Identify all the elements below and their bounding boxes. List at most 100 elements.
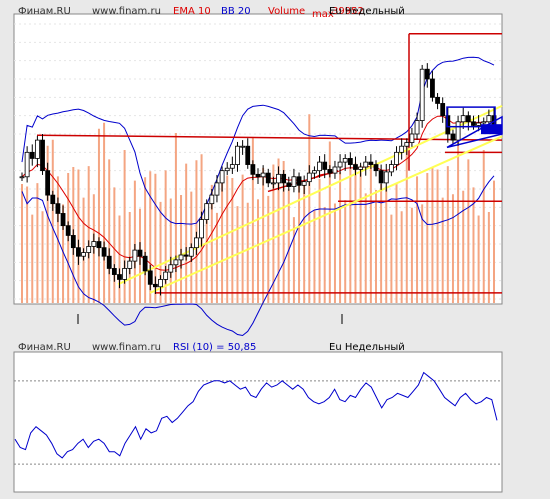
candle-body [111, 268, 117, 275]
candle-body [219, 170, 225, 184]
candle-body [394, 151, 399, 165]
candle-body [40, 139, 45, 172]
candle-body [471, 121, 476, 126]
rsi-legend-ticker: Eu Недельный [329, 342, 405, 353]
candle-body [317, 161, 322, 172]
legend-source: Финам.RU [18, 6, 71, 17]
candle-body [96, 241, 102, 249]
candle-body [465, 115, 471, 123]
candle-body [378, 170, 384, 184]
candle-body [168, 264, 174, 273]
candle-body [214, 182, 220, 196]
candle-body [281, 173, 287, 184]
candle-body [127, 260, 133, 269]
legend-site: www.finam.ru [92, 6, 161, 17]
candle-body [404, 142, 410, 147]
candle-body [342, 158, 348, 163]
rsi-legend-site: www.finam.ru [92, 342, 161, 353]
candle-body [229, 164, 235, 169]
rsi-panel [13, 351, 503, 493]
candle-body [86, 246, 92, 253]
candle-body [296, 176, 302, 186]
candle-body [312, 170, 317, 174]
candle-body [132, 249, 138, 262]
candle-body [245, 145, 251, 165]
candle-body [291, 176, 297, 187]
candle-body [76, 247, 81, 257]
candle-body [399, 145, 405, 153]
candle-body [158, 279, 163, 288]
candle-body [322, 161, 328, 170]
rsi-legend-source: Финам.RU [18, 342, 71, 353]
legend-ema: EMA 10 [173, 6, 211, 17]
candle-body [337, 161, 343, 168]
legend-bb: BB 20 [221, 6, 251, 17]
candle-body [70, 235, 76, 249]
legend-volume: Volume [268, 6, 305, 17]
candle-body [24, 151, 30, 178]
candle-body [276, 173, 281, 184]
candle-body [163, 271, 169, 280]
candle-body [455, 121, 461, 141]
candle-body [183, 254, 189, 257]
last-price-marker [481, 124, 502, 135]
candle-body [137, 249, 143, 257]
candle-body [388, 164, 394, 173]
candle-body [373, 164, 379, 172]
candle-body [265, 172, 271, 184]
candle-body [235, 145, 240, 165]
candle-body [50, 194, 56, 205]
candle-body [173, 259, 179, 266]
candle-body [29, 151, 35, 159]
candle-body [81, 252, 86, 257]
candle-body [178, 254, 184, 261]
rsi-legend-value: RSI (10) = 50,85 [173, 342, 256, 353]
candle-body [435, 96, 440, 104]
candle-body [224, 167, 230, 172]
candle-body [430, 78, 435, 98]
candle-body [199, 219, 204, 239]
candle-body [101, 247, 107, 257]
legend-ticker: Eu Недельный [329, 6, 405, 17]
candle-body [353, 164, 358, 170]
candle-body [45, 170, 51, 196]
candle-body [34, 139, 40, 159]
candle-body [194, 237, 199, 249]
candle-body [152, 283, 158, 288]
candle-body [204, 203, 210, 220]
candle-body [260, 172, 266, 178]
candle-body [209, 194, 215, 205]
candle-body [286, 182, 292, 187]
candle-body [60, 213, 66, 227]
candle-body [65, 225, 71, 236]
candle-body [409, 133, 415, 143]
candle-body [55, 203, 61, 214]
candle-body [270, 182, 276, 185]
candle-body [476, 122, 482, 126]
candle-body [358, 166, 364, 170]
candle-body [332, 166, 338, 174]
candle-body [486, 115, 492, 123]
candle-body [106, 255, 112, 269]
candle-body [414, 120, 420, 135]
candle-body [142, 255, 148, 272]
candle-body [368, 161, 374, 165]
candle-body [255, 173, 261, 178]
candle-body [424, 68, 430, 80]
candle-body [481, 121, 487, 124]
candle-body [122, 268, 128, 280]
candle-body [91, 241, 97, 247]
candle-body [450, 133, 456, 141]
candle-body [188, 247, 194, 257]
candle-body [250, 164, 256, 175]
candle-body [347, 158, 353, 165]
candle-body [460, 115, 466, 123]
candle-body [240, 145, 246, 148]
candle-body [147, 270, 153, 285]
candle-body [117, 274, 122, 280]
candle-body [301, 181, 307, 186]
candle-body [327, 169, 333, 174]
candle-body [419, 68, 425, 121]
candle-body [306, 172, 312, 183]
candle-body [440, 103, 446, 117]
